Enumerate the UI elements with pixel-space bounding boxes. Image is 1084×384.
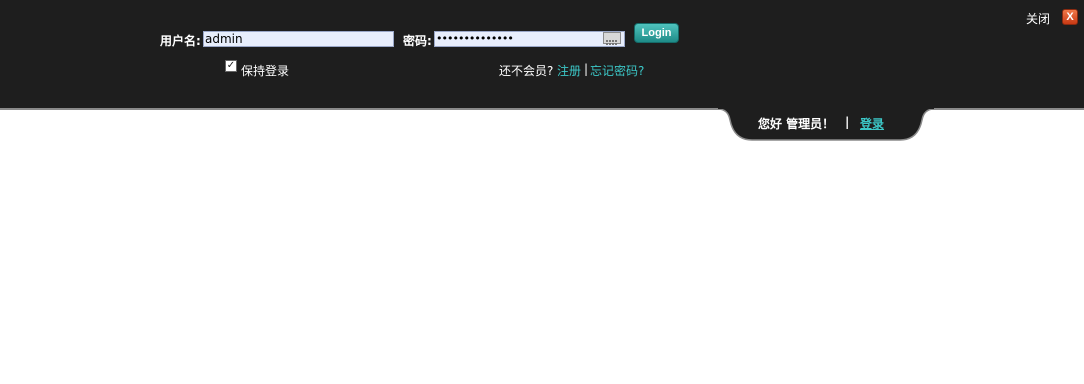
register-link[interactable]: 注册 [557, 62, 581, 79]
forgot-password-link[interactable]: 忘记密码? [590, 62, 644, 79]
not-member-text: 还不会员? [499, 64, 554, 78]
greeting-text: 您好 管理员！ [758, 117, 835, 131]
remember-checkbox[interactable]: ✓ [225, 60, 237, 72]
sliding-login-panel: 关闭 X 用户名: admin 密码: •••••••••••••• Login… [0, 0, 1084, 110]
username-label: 用户名: [160, 34, 201, 48]
keyboard-icon[interactable] [603, 32, 621, 45]
close-label[interactable]: 关闭 [1026, 10, 1050, 27]
tab-separator: | [845, 115, 850, 129]
close-icon[interactable]: X [1062, 9, 1078, 25]
password-input[interactable]: •••••••••••••• [434, 31, 625, 47]
password-label: 密码: [403, 34, 432, 48]
login-toggle-tab: 您好 管理员！ | 登录 [718, 108, 934, 141]
username-input[interactable]: admin [203, 31, 394, 47]
remember-label: 保持登录 [241, 64, 290, 78]
login-toggle-link[interactable]: 登录 [860, 115, 884, 132]
login-button[interactable]: Login [634, 23, 679, 43]
link-separator: | [584, 62, 589, 76]
